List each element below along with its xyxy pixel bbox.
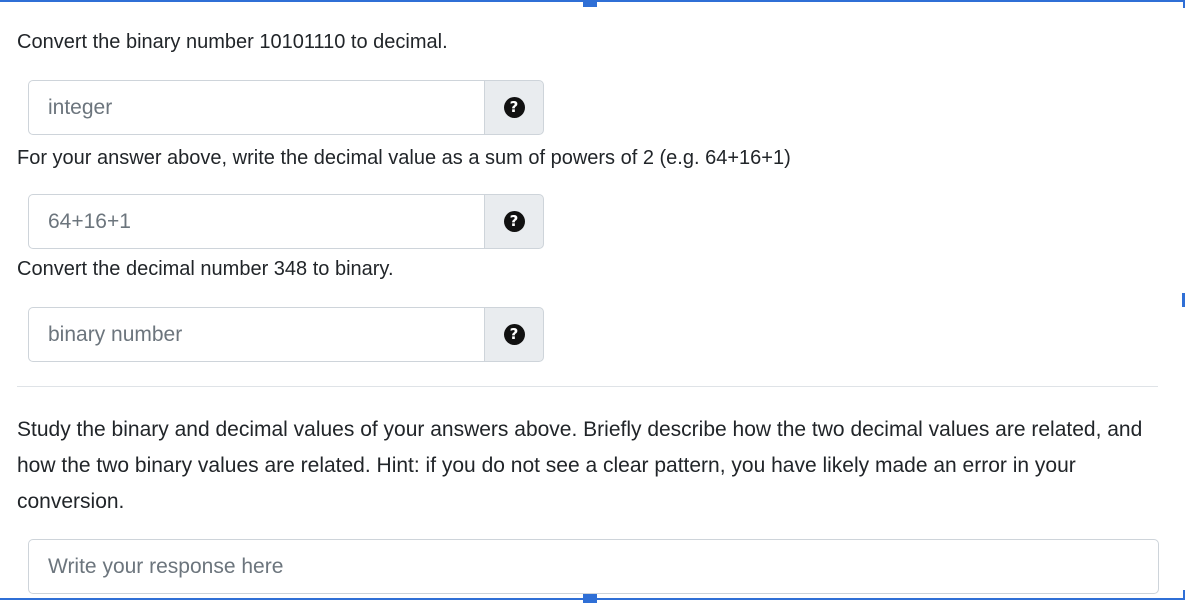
section-divider — [17, 386, 1158, 387]
question-3-prompt: Convert the decimal number 348 to binary… — [17, 258, 394, 280]
study-instructions: Study the binary and decimal values of y… — [17, 418, 1143, 513]
response-input[interactable] — [28, 539, 1159, 594]
question-circle-icon: ? — [503, 324, 525, 345]
question-2-input-group: ? — [28, 194, 544, 249]
question-1-prompt: Convert the binary number 10101110 to de… — [17, 31, 448, 53]
decimal-answer-input[interactable] — [28, 80, 484, 135]
question-circle-icon: ? — [503, 97, 525, 118]
powers-sum-input[interactable] — [28, 194, 484, 249]
question-1-help-button[interactable]: ? — [484, 80, 544, 135]
question-1-input-group: ? — [28, 80, 544, 135]
binary-answer-input[interactable] — [28, 307, 484, 362]
question-form: Convert the binary number 10101110 to de… — [0, 0, 1188, 602]
question-3-input-group: ? — [28, 307, 544, 362]
question-circle-icon: ? — [503, 211, 525, 232]
question-2-prompt: For your answer above, write the decimal… — [17, 147, 791, 169]
question-3-help-button[interactable]: ? — [484, 307, 544, 362]
question-2-help-button[interactable]: ? — [484, 194, 544, 249]
